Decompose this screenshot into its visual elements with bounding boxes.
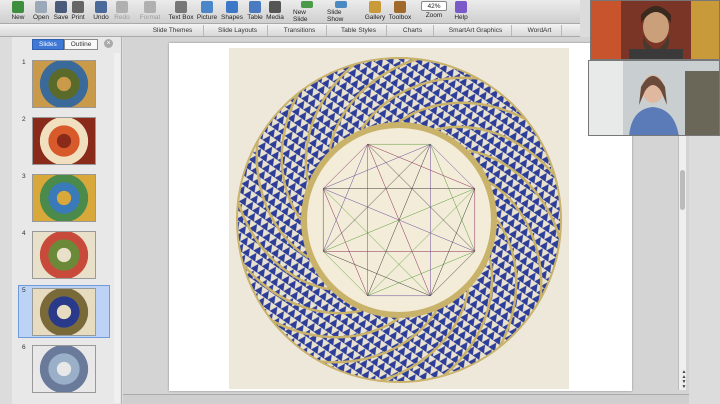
slide-number: 3 bbox=[22, 173, 26, 180]
thumbnail-scrollbar[interactable] bbox=[114, 53, 120, 403]
ribbon-tab-slide-themes[interactable]: Slide Themes bbox=[142, 25, 204, 36]
toolbar-label: Text Box bbox=[168, 14, 194, 21]
slide-show-button[interactable]: Slide Show bbox=[327, 1, 355, 23]
slide-thumbnail[interactable] bbox=[32, 231, 96, 279]
toolbox-icon bbox=[394, 1, 406, 13]
slide-thumbnail-row[interactable]: 4 bbox=[12, 228, 112, 284]
gallery-icon bbox=[369, 1, 381, 13]
slide-number: 5 bbox=[22, 287, 26, 294]
toolbar-label: New Slide bbox=[293, 9, 308, 23]
current-slide[interactable] bbox=[169, 43, 632, 391]
slide-thumbnail[interactable] bbox=[32, 345, 96, 393]
zoom-field[interactable]: 42% bbox=[421, 1, 447, 11]
slide-thumbnails: 1 2 3 4 5 6 bbox=[12, 53, 112, 403]
redo-button[interactable]: Redo bbox=[112, 1, 132, 23]
print-button[interactable]: Print bbox=[68, 1, 88, 23]
toolbar-label: Format bbox=[139, 14, 161, 21]
slide-thumbnail[interactable] bbox=[32, 288, 96, 336]
slide-thumbnail[interactable] bbox=[32, 117, 96, 165]
picture-icon bbox=[201, 1, 213, 13]
table-button[interactable]: Table bbox=[245, 1, 265, 23]
toolbox-button[interactable]: Toolbox bbox=[388, 1, 412, 23]
ribbon-tab-charts[interactable]: Charts bbox=[392, 25, 434, 36]
ribbon-tab-table-styles[interactable]: Table Styles bbox=[331, 25, 387, 36]
open-button[interactable]: Open bbox=[31, 1, 51, 23]
participant-video-2 bbox=[588, 60, 720, 136]
toolbar-label: Picture bbox=[196, 14, 218, 21]
save-icon bbox=[55, 1, 67, 13]
standard-toolbar: New Open Save Print Undo Redo Format Text Box Pi… bbox=[0, 0, 580, 24]
scrollbar-thumb[interactable] bbox=[680, 170, 685, 210]
ribbon-tabs: Slide Themes Slide Layouts Transitions Tabl… bbox=[0, 24, 580, 37]
slide-thumbnail-row[interactable]: 2 bbox=[12, 114, 112, 170]
media-button[interactable]: Media bbox=[265, 1, 285, 23]
toolbar-label: Help bbox=[454, 14, 468, 21]
toolbar-label: Zoom bbox=[425, 12, 443, 19]
new-doc-icon bbox=[12, 1, 24, 13]
participant-1-image bbox=[591, 1, 719, 59]
toolbar-label: Shapes bbox=[220, 14, 244, 21]
tab-outline[interactable]: Outline bbox=[63, 39, 99, 50]
shapes-button[interactable]: Shapes bbox=[220, 1, 244, 23]
toolbar-label: Open bbox=[33, 14, 49, 21]
slides-pane: Slides Outline × 1 2 3 4 5 6 bbox=[12, 37, 122, 404]
toolbar-label: Print bbox=[71, 14, 85, 21]
slide-number: 2 bbox=[22, 116, 26, 123]
tab-slides[interactable]: Slides bbox=[32, 39, 64, 50]
toolbar-label: Toolbox bbox=[388, 14, 412, 21]
text-box-button[interactable]: Text Box bbox=[167, 1, 195, 23]
toolbar-label: Slide Show bbox=[327, 9, 344, 23]
shapes-icon bbox=[226, 1, 238, 13]
slide-number: 1 bbox=[22, 59, 26, 66]
slide-thumbnail[interactable] bbox=[32, 174, 96, 222]
slide-nav-arrows-icon[interactable]: ▲ ▲ ▼ ▼ bbox=[680, 370, 688, 390]
slide-number: 4 bbox=[22, 230, 26, 237]
gallery-button[interactable]: Gallery bbox=[365, 1, 385, 23]
new-slide-icon bbox=[301, 1, 313, 8]
undo-icon bbox=[95, 1, 107, 13]
slide-thumbnail-row[interactable]: 6 bbox=[12, 342, 112, 398]
zoom-button[interactable]: 42% Zoom bbox=[420, 1, 448, 23]
toolbar-label: Table bbox=[247, 14, 263, 21]
close-pane-icon[interactable]: × bbox=[104, 39, 113, 48]
textbox-icon bbox=[175, 1, 187, 13]
slide-picture-mandala[interactable] bbox=[229, 48, 569, 389]
new-button[interactable]: New bbox=[8, 1, 28, 23]
toolbar-label: Redo bbox=[114, 14, 130, 21]
slide-thumbnail[interactable] bbox=[32, 60, 96, 108]
ribbon-tab-transitions[interactable]: Transitions bbox=[273, 25, 327, 36]
slide-thumbnail-row[interactable]: 5 bbox=[12, 285, 112, 341]
mandala-image bbox=[229, 48, 569, 389]
format-button[interactable]: Format bbox=[140, 1, 160, 23]
help-icon bbox=[455, 1, 467, 13]
table-icon bbox=[249, 1, 261, 13]
participant-2-image bbox=[589, 61, 719, 135]
toolbar-label: Save bbox=[53, 14, 69, 21]
printer-icon bbox=[72, 1, 84, 13]
undo-button[interactable]: Undo bbox=[91, 1, 111, 23]
redo-icon bbox=[116, 1, 128, 13]
folder-icon bbox=[35, 1, 47, 13]
slide-number: 6 bbox=[22, 344, 26, 351]
slideshow-icon bbox=[335, 1, 347, 8]
ribbon-tab-smartart-graphics[interactable]: SmartArt Graphics bbox=[440, 25, 512, 36]
slide-thumbnail-row[interactable]: 3 bbox=[12, 171, 112, 227]
slide-thumbnail-row[interactable]: 1 bbox=[12, 57, 112, 113]
toolbar-label: New bbox=[11, 14, 25, 21]
toolbar-label: Media bbox=[266, 14, 284, 21]
ribbon-tab-wordart[interactable]: WordArt bbox=[518, 25, 562, 36]
format-brush-icon bbox=[144, 1, 156, 13]
slide-scrollbar[interactable] bbox=[678, 120, 686, 390]
status-bar bbox=[123, 394, 689, 404]
new-slide-button[interactable]: New Slide bbox=[293, 1, 321, 23]
help-button[interactable]: Help bbox=[451, 1, 471, 23]
media-icon bbox=[269, 1, 281, 13]
picture-button[interactable]: Picture bbox=[197, 1, 217, 23]
toolbar-label: Undo bbox=[93, 14, 109, 21]
participant-video-1 bbox=[590, 0, 720, 60]
toolbar-label: Gallery bbox=[364, 14, 386, 21]
ribbon-tab-slide-layouts[interactable]: Slide Layouts bbox=[208, 25, 268, 36]
